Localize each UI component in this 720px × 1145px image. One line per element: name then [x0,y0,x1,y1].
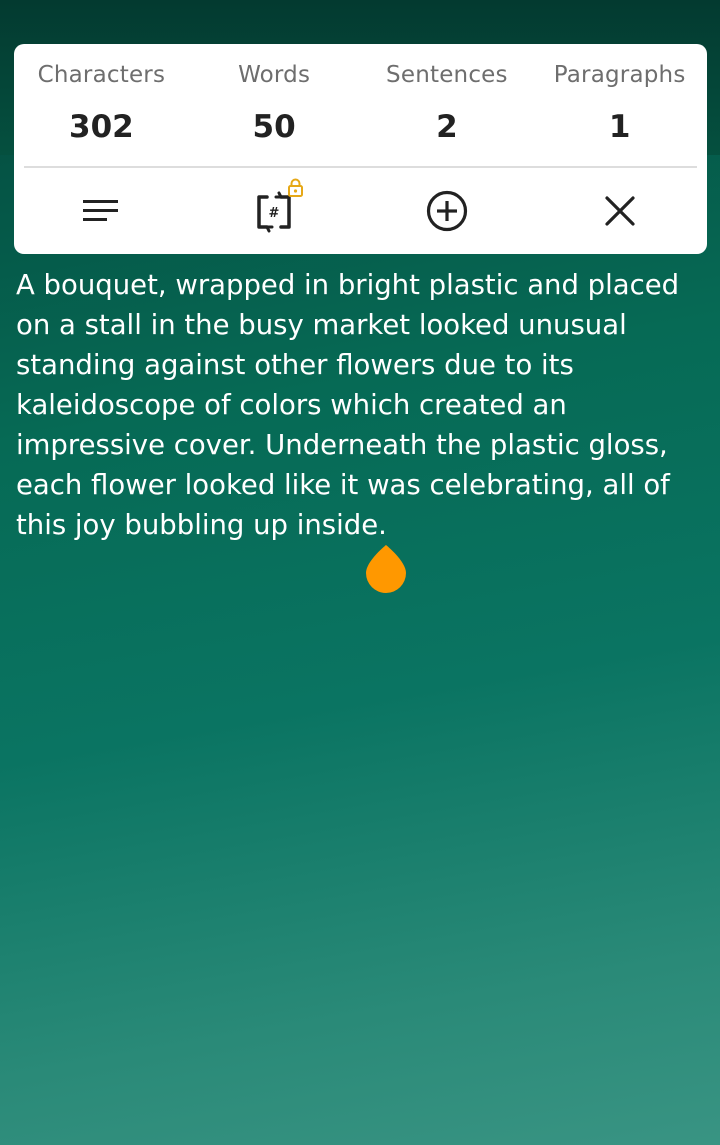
add-circle-icon [427,190,468,232]
text-align-icon [82,200,118,221]
stats-row: Characters 302 Words 50 Sentences 2 Para… [14,44,707,166]
text-count-button[interactable]: # [187,168,360,254]
stat-words-label: Words [238,62,311,88]
stat-sentences-label: Sentences [386,62,508,88]
stat-characters-label: Characters [37,62,166,88]
editor-text[interactable]: A bouquet, wrapped in bright plastic and… [16,265,706,545]
stat-words: Words 50 [188,44,361,166]
add-button[interactable] [361,168,534,254]
stat-characters: Characters 302 [15,44,188,166]
stat-paragraphs: Paragraphs 1 [533,44,706,166]
text-cursor-handle[interactable] [364,543,408,595]
svg-text:#: # [268,206,279,221]
stats-card: Characters 302 Words 50 Sentences 2 Para… [14,44,707,254]
stat-paragraphs-value: 1 [608,109,631,145]
stat-words-value: 50 [252,109,296,145]
lock-icon [288,178,304,197]
action-bar: # [14,168,707,254]
stat-characters-value: 302 [69,109,134,145]
stat-sentences-value: 2 [436,109,458,145]
stat-sentences: Sentences 2 [361,44,534,166]
close-icon [605,196,635,226]
text-align-button[interactable] [14,168,187,254]
close-button[interactable] [534,168,707,254]
stat-paragraphs-label: Paragraphs [553,62,686,88]
